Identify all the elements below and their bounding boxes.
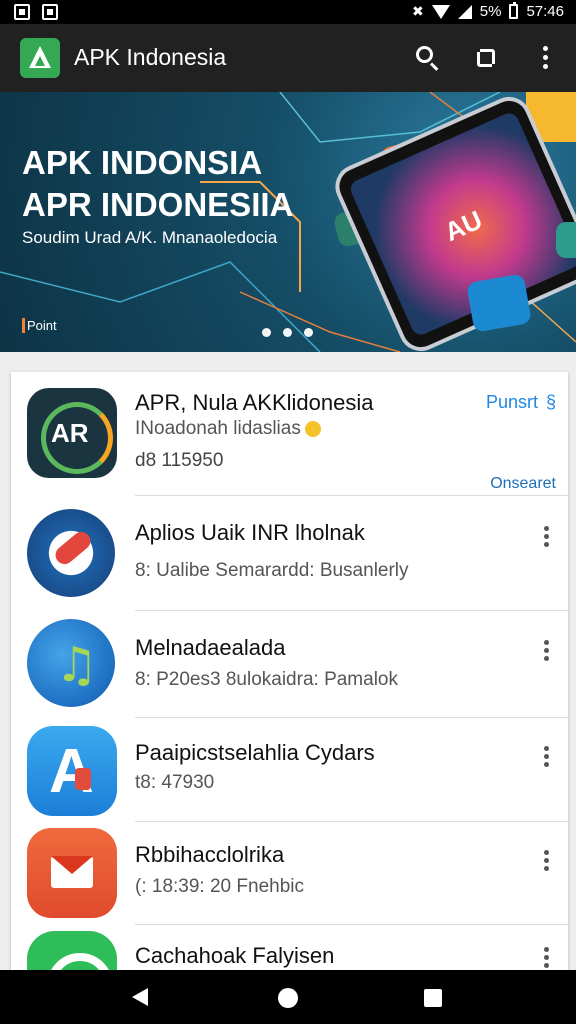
more-vert-icon[interactable]: [538, 44, 552, 72]
music-note-app-icon: ♫: [27, 619, 115, 707]
app-bar: APK Indonesia: [0, 24, 576, 92]
app-subtitle: t8: 47930: [135, 772, 215, 793]
list-item[interactable]: ♫ Melnadaealada 8: P20es3 8ulokaidra: Pa…: [11, 611, 568, 718]
status-link[interactable]: Onsearet: [490, 475, 556, 493]
back-icon[interactable]: [132, 988, 148, 1006]
navigation-bar: [0, 970, 576, 1024]
promo-banner[interactable]: AU APK INDONSIA APR INDONESIIA Soudim Ur…: [0, 92, 576, 352]
carousel-dot[interactable]: [283, 328, 292, 337]
signal-icon: [457, 4, 472, 19]
more-options-icon[interactable]: [540, 640, 554, 662]
emoji-icon: [304, 420, 321, 437]
app-title: Melnadaealada: [135, 635, 286, 660]
carousel-dot[interactable]: [262, 328, 271, 337]
battery-text: 5%: [479, 3, 502, 20]
more-options-icon[interactable]: [540, 746, 554, 768]
app-subtitle-text: INoadonah lidaslias: [135, 418, 301, 439]
list-item[interactable]: Rbbihacclolrika (: 18:39: 20 Fnehbic: [11, 822, 568, 925]
red-circle-app-icon: [27, 509, 115, 597]
list-item[interactable]: Cachahoak Falyisen: [11, 925, 568, 970]
image-icon: [42, 4, 58, 20]
mail-app-icon: [27, 828, 117, 918]
music-note-glyph: ♫: [55, 637, 99, 693]
action-symbol-icon[interactable]: §: [546, 392, 556, 413]
action-link[interactable]: Punsrt: [486, 392, 538, 413]
banner-headline-1: APK INDONSIA: [22, 144, 263, 181]
app-title: Paaipicstselahlia Cydars: [135, 740, 375, 765]
recents-icon[interactable]: [424, 989, 442, 1007]
banner-subtitle: Soudim Urad A/K. Mnanaoledocia: [22, 228, 278, 247]
home-icon[interactable]: [278, 988, 298, 1008]
banner-point-label: Point: [22, 318, 57, 333]
app-subtitle: 8: Ualibe Semarardd: Busanlerly: [135, 560, 409, 581]
app-title: APK Indonesia: [74, 44, 227, 70]
more-options-icon[interactable]: [540, 947, 554, 969]
carousel-indicator[interactable]: [262, 328, 313, 337]
ar-app-icon: AR: [27, 388, 117, 478]
crop-icon[interactable]: [472, 44, 500, 72]
app-logo-icon: [20, 38, 60, 78]
app-title: Aplios Uaik INR lholnak: [135, 520, 365, 545]
envelope-glyph: [51, 856, 93, 888]
carousel-dot[interactable]: [304, 328, 313, 337]
green-app-icon: [27, 931, 117, 970]
clock: 57:46: [526, 3, 564, 20]
wifi-icon: [431, 4, 450, 19]
search-icon[interactable]: [414, 44, 442, 72]
app-subtitle: 8: P20es3 8ulokaidra: Pamalok: [135, 669, 398, 690]
status-left-icons: [14, 4, 58, 20]
list-item[interactable]: AR APR, Nula AKKlidonesia INoadonah lida…: [11, 372, 568, 496]
letter-a-glyph: A: [49, 737, 94, 806]
banner-tile-teal: [556, 222, 576, 258]
status-right-icons: ✖ 5% 57:46: [412, 2, 564, 20]
app-title: Rbbihacclolrika: [135, 842, 285, 867]
app-subtitle: (: 18:39: 20 Fnehbic: [135, 876, 304, 897]
banner-headline-2: APR INDONESIIA: [22, 186, 294, 223]
letter-a-app-icon: A: [27, 726, 117, 816]
app-subtitle: INoadonah lidaslias: [135, 418, 321, 440]
app-meta: d8 115950: [135, 450, 224, 471]
no-calls-icon: ✖: [412, 3, 424, 19]
more-options-icon[interactable]: [540, 526, 554, 548]
app-title: APR, Nula AKKlidonesia: [135, 390, 374, 415]
phone-screen-text: AU: [440, 204, 487, 248]
status-bar: ✖ 5% 57:46: [0, 0, 576, 24]
gallery-icon: [14, 4, 30, 20]
app-list-card: AR APR, Nula AKKlidonesia INoadonah lida…: [11, 372, 568, 970]
list-item[interactable]: Aplios Uaik INR lholnak 8: Ualibe Semara…: [11, 496, 568, 611]
battery-icon: [509, 2, 519, 19]
banner-tile-blue: [466, 273, 532, 333]
app-title: Cachahoak Falyisen: [135, 943, 335, 968]
list-item[interactable]: A Paaipicstselahlia Cydars t8: 47930: [11, 718, 568, 822]
more-options-icon[interactable]: [540, 850, 554, 872]
ar-app-icon-text: AR: [51, 418, 89, 448]
